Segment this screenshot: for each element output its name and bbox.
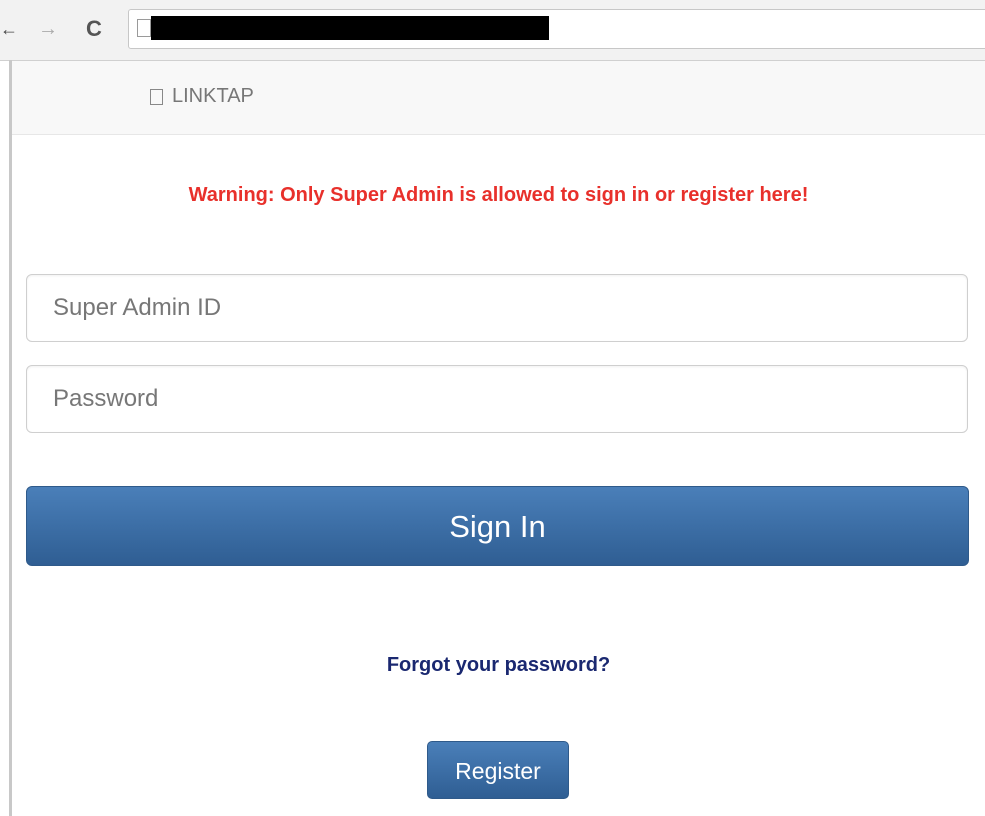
reload-icon[interactable]: C <box>80 14 108 44</box>
super-admin-id-input[interactable] <box>27 275 967 341</box>
warning-message: Warning: Only Super Admin is allowed to … <box>188 184 809 206</box>
password-input[interactable] <box>27 366 967 432</box>
page-icon <box>137 19 151 37</box>
sign-in-button[interactable]: Sign In <box>26 486 969 566</box>
navbar: LINKTAP <box>12 61 985 135</box>
super-admin-id-field[interactable] <box>26 274 968 342</box>
window-border <box>9 60 12 816</box>
forgot-password-link[interactable]: Forgot your password? <box>12 654 985 677</box>
brand-icon <box>150 88 163 105</box>
back-arrow-icon[interactable]: ← <box>0 14 18 44</box>
browser-toolbar: ← → C <box>0 0 985 61</box>
password-field[interactable] <box>26 365 968 433</box>
forward-arrow-icon[interactable]: → <box>34 14 62 44</box>
brand-link[interactable]: LINKTAP <box>150 85 254 108</box>
redacted-url <box>151 16 549 40</box>
brand-label: LINKTAP <box>172 85 254 107</box>
address-bar[interactable] <box>128 9 985 49</box>
register-button[interactable]: Register <box>427 741 569 799</box>
